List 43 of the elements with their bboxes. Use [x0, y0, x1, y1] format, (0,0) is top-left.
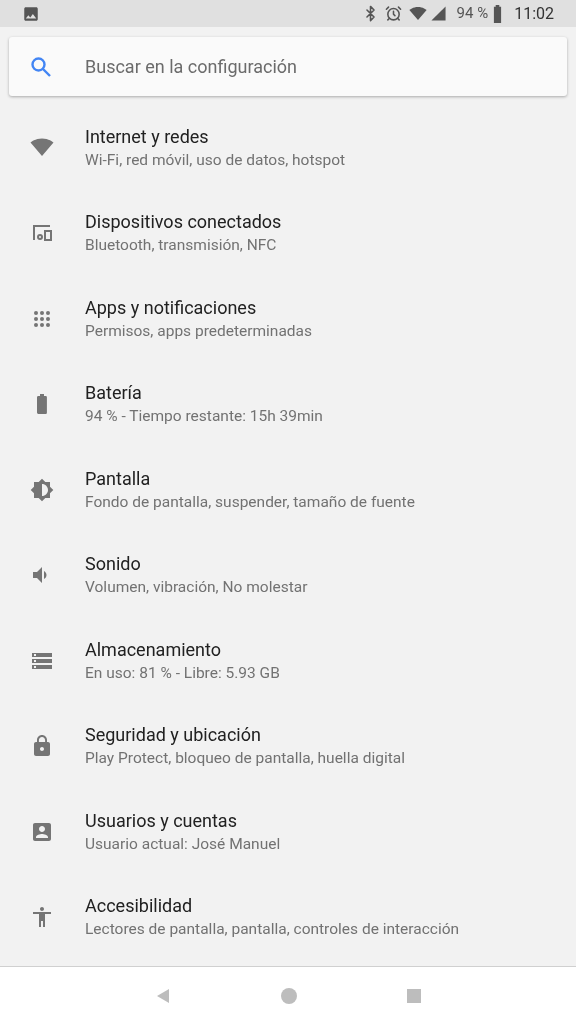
- settings-item[interactable]: Seguridad y ubicación Play Protect, bloqueo de pantalla, huella digital: [0, 703, 576, 789]
- settings-item[interactable]: Pantalla Fondo de pantalla, suspender, tamaño de fuente: [0, 447, 576, 533]
- item-subtitle: Permisos, apps predeterminadas: [85, 320, 312, 342]
- item-subtitle: Fondo de pantalla, suspender, tamaño de fuente: [85, 491, 415, 513]
- settings-item[interactable]: Dispositivos conectados Bluetooth, transmisión, NFC: [0, 190, 576, 276]
- battery-percent: 94 %: [456, 3, 489, 25]
- item-title: Apps y notificaciones: [85, 295, 258, 320]
- item-subtitle: Lectores de pantalla, pantalla, controles de interacción: [85, 919, 460, 941]
- home-icon[interactable]: [281, 987, 297, 1004]
- settings-item[interactable]: Batería 94 % - Tiempo restante: 15h 39min: [0, 361, 576, 447]
- item-title: Usuarios y cuentas: [85, 808, 238, 833]
- item-subtitle: 94 % - Tiempo restante: 15h 39min: [85, 406, 323, 428]
- item-subtitle: Usuario actual: José Manuel: [85, 833, 281, 855]
- item-title: Sonido: [85, 552, 142, 577]
- back-icon[interactable]: [155, 987, 171, 1004]
- settings-item[interactable]: Apps y notificaciones Permisos, apps predeterminadas: [0, 276, 576, 362]
- signal-icon: [429, 5, 447, 22]
- item-subtitle: Volumen, vibración, No molestar: [85, 577, 308, 599]
- item-subtitle: Bluetooth, transmisión, NFC: [85, 235, 278, 257]
- image-icon: [22, 4, 40, 23]
- item-title: Batería: [85, 381, 143, 406]
- alarm-clock-icon: [384, 5, 402, 22]
- search-icon: [29, 54, 53, 79]
- item-title: Almacenamiento: [85, 637, 223, 662]
- item-title: Internet y redes: [85, 124, 210, 149]
- item-subtitle: Play Protect, bloqueo de pantalla, huella digital: [85, 748, 405, 770]
- item-subtitle: En uso: 81 % - Libre: 5.93 GB: [85, 662, 280, 684]
- settings-item[interactable]: Accesibilidad Lectores de pantalla, pantalla, controles de interacción: [0, 874, 576, 960]
- battery-icon: [493, 4, 503, 23]
- recents-icon[interactable]: [407, 988, 421, 1003]
- brightness-icon: [29, 477, 54, 502]
- item-title: Dispositivos conectados: [85, 210, 282, 235]
- settings-item[interactable]: Usuarios y cuentas Usuario actual: José Manuel: [0, 789, 576, 875]
- search-field[interactable]: Buscar en la configuración: [85, 53, 567, 80]
- item-title: Pantalla: [85, 466, 152, 491]
- search-bar[interactable]: Buscar en la configuración: [9, 37, 567, 96]
- item-title: Accesibilidad: [85, 894, 194, 919]
- item-subtitle: Wi-Fi, red móvil, uso de datos, hotspot: [85, 149, 346, 171]
- settings-item[interactable]: Almacenamiento En uso: 81 % - Libre: 5.93 GB: [0, 618, 576, 704]
- settings-item[interactable]: Sonido Volumen, vibración, No molestar: [0, 532, 576, 618]
- settings-item[interactable]: Internet y redes Wi-Fi, red móvil, uso de datos, hotspot: [0, 105, 576, 191]
- item-title: Seguridad y ubicación: [85, 723, 262, 748]
- clock: 11:02: [514, 2, 554, 25]
